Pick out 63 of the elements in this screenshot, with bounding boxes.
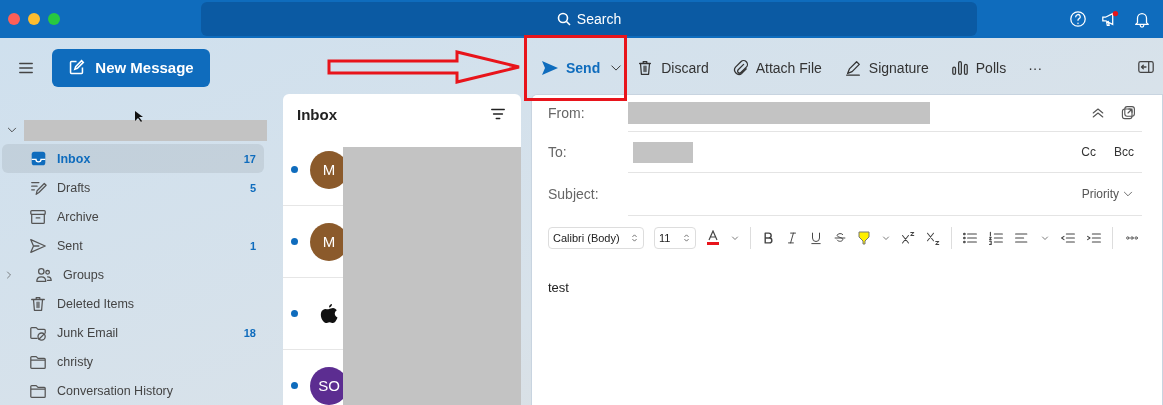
pop-out-icon: [1120, 105, 1136, 121]
increase-indent-icon: [1086, 230, 1102, 246]
list-title: Inbox: [297, 105, 337, 123]
send-icon: [541, 59, 559, 76]
highlighter-icon[interactable]: [857, 230, 871, 246]
folder-item[interactable]: christy: [2, 347, 264, 376]
inbox-icon: [29, 150, 47, 167]
polls-button[interactable]: Polls: [941, 52, 1016, 83]
help-icon: [1069, 10, 1087, 28]
discard-button[interactable]: Discard: [627, 52, 718, 83]
mouse-pointer-icon: [135, 111, 143, 122]
priority-dropdown[interactable]: Priority: [1079, 185, 1136, 203]
bcc-button[interactable]: Bcc: [1112, 143, 1136, 161]
font-size-select[interactable]: 11: [654, 227, 696, 249]
minimize-window-button[interactable]: [28, 13, 40, 25]
decrease-indent-icon: [1060, 230, 1076, 246]
chevron-right-icon: [4, 268, 14, 281]
stepper-icon: [682, 231, 691, 245]
redacted-recipient: [633, 141, 693, 163]
archive-box-icon: [29, 207, 47, 226]
folder-item[interactable]: Drafts 5: [2, 173, 264, 202]
chevron-down-icon: [730, 233, 740, 243]
folder-item[interactable]: Conversation History: [2, 376, 264, 405]
folder-item[interactable]: Junk Email 18: [2, 318, 264, 347]
bullet-list-icon: [962, 230, 978, 246]
send-button[interactable]: Send: [527, 53, 610, 82]
zoom-window-button[interactable]: [48, 13, 60, 25]
from-label: From:: [548, 105, 585, 121]
message-body[interactable]: test: [548, 260, 1142, 295]
signature-button[interactable]: Signature: [834, 52, 938, 83]
search-icon: [556, 12, 571, 26]
compose-icon: [68, 59, 86, 76]
folder-item[interactable]: Groups: [2, 260, 264, 289]
search-field[interactable]: Search: [201, 2, 977, 36]
cc-button[interactable]: Cc: [1079, 143, 1098, 161]
superscript-icon: [901, 230, 916, 246]
folder-item[interactable]: Archive: [2, 202, 264, 231]
font-color-icon[interactable]: [706, 230, 720, 246]
new-message-button[interactable]: New Message: [52, 48, 210, 87]
bar-chart-icon: [950, 58, 969, 77]
pen-icon: [843, 58, 862, 77]
more-button[interactable]: ···: [1019, 53, 1052, 82]
numbered-list-icon: [988, 230, 1004, 246]
apple-logo-icon: [320, 303, 338, 324]
bell-icon: [1133, 10, 1151, 28]
subscript-icon: [926, 230, 941, 246]
font-select[interactable]: Calibri (Body): [548, 227, 644, 249]
people-icon: [35, 265, 53, 284]
italic-icon: [785, 230, 799, 246]
underline-icon: [809, 230, 823, 246]
trash-icon: [29, 294, 47, 313]
attach-button[interactable]: Attach File: [721, 52, 831, 83]
align-icon: [1014, 230, 1030, 246]
megaphone-icon[interactable]: [1101, 10, 1119, 28]
subject-label: Subject:: [548, 186, 599, 202]
folder-item[interactable]: Sent 1: [2, 231, 264, 260]
to-label: To:: [548, 144, 567, 160]
chevron-down-icon: [1040, 233, 1050, 243]
paper-plane-icon: [29, 236, 47, 255]
stepper-icon: [630, 231, 639, 245]
chevron-down-icon: [881, 233, 891, 243]
folder-item[interactable]: Deleted Items: [2, 289, 264, 318]
panel-toggle-icon: [1137, 58, 1155, 76]
